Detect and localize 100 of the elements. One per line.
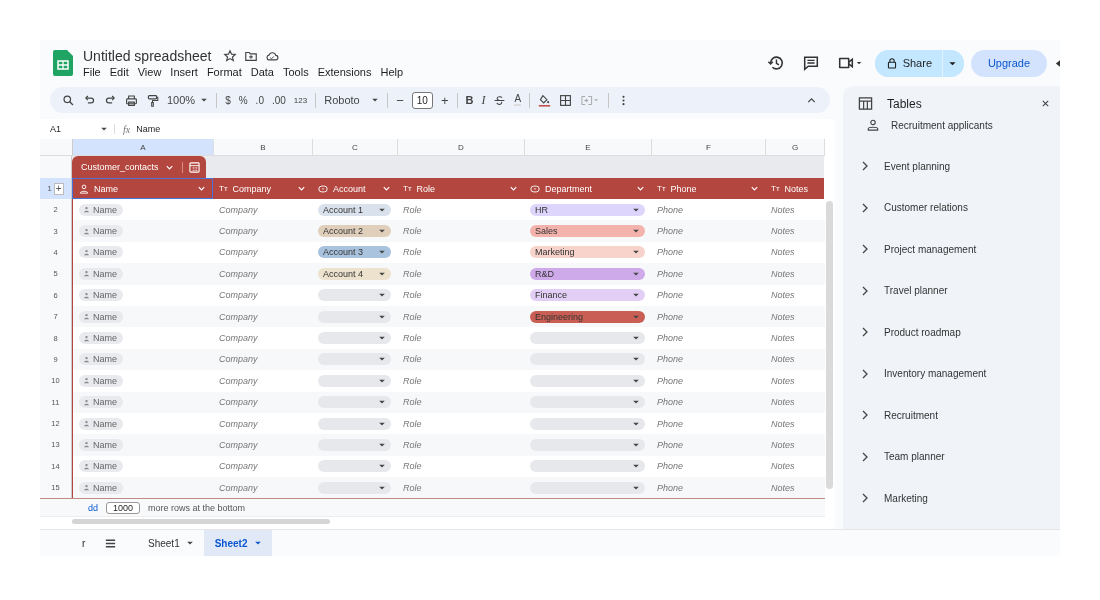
horizontal-scrollbar[interactable] xyxy=(72,518,330,524)
menu-item[interactable]: Insert xyxy=(170,66,198,78)
collapse-arrow-icon[interactable] xyxy=(1055,58,1060,68)
comment-icon[interactable] xyxy=(801,54,820,72)
chevron-down-icon[interactable] xyxy=(197,184,206,193)
person-chip[interactable]: Name xyxy=(79,417,123,430)
dropdown-chip[interactable]: HR xyxy=(530,203,645,216)
italic-button[interactable]: I xyxy=(481,92,486,108)
decrease-font-size-button[interactable]: − xyxy=(396,92,404,108)
close-icon[interactable] xyxy=(1041,99,1050,108)
column-heading[interactable]: Tт Phone xyxy=(651,178,765,199)
category-item[interactable]: Team planner xyxy=(843,449,1060,464)
column-heading[interactable]: Name xyxy=(72,178,213,199)
category-item[interactable]: Customer relations xyxy=(843,200,1060,215)
person-chip[interactable]: Name xyxy=(79,396,123,409)
font-dropdown[interactable]: Roboto xyxy=(324,94,380,106)
increase-decimals-button[interactable]: .00 xyxy=(271,94,286,106)
menu-item[interactable]: Tools xyxy=(282,66,309,78)
zoom-dropdown[interactable]: 100% xyxy=(167,94,209,106)
person-chip[interactable]: Name xyxy=(79,225,123,238)
add-column-button[interactable]: + xyxy=(53,182,64,195)
column-header[interactable]: G xyxy=(766,139,825,155)
chevron-down-icon[interactable] xyxy=(382,184,391,193)
table-name-tab[interactable]: Customer_contacts xyxy=(72,156,206,178)
column-heading[interactable]: Account xyxy=(312,178,397,199)
undo-icon[interactable] xyxy=(83,93,96,107)
category-item[interactable]: Recruitment xyxy=(843,408,1060,422)
chevron-down-icon[interactable] xyxy=(297,184,306,193)
menu-item[interactable]: Data xyxy=(250,66,274,78)
sheet-tab[interactable]: Sheet1 xyxy=(137,530,204,556)
chevron-down-icon[interactable] xyxy=(509,184,518,193)
increase-font-size-button[interactable]: + xyxy=(440,92,449,108)
decrease-decimals-button[interactable]: .0 xyxy=(255,94,264,106)
name-box[interactable]: A1 xyxy=(40,124,115,134)
menu-item[interactable]: Help xyxy=(380,66,404,78)
column-heading[interactable]: Tт Role xyxy=(397,178,524,199)
history-icon[interactable] xyxy=(766,54,785,72)
print-icon[interactable] xyxy=(125,93,138,107)
template-item[interactable]: Recruitment applicants xyxy=(867,119,1060,131)
dropdown-chip[interactable]: Sales xyxy=(530,225,645,238)
person-chip[interactable]: Name xyxy=(79,310,123,323)
paint-format-icon[interactable] xyxy=(146,93,159,107)
menu-item[interactable]: File xyxy=(83,66,101,78)
bold-button[interactable]: B xyxy=(465,94,474,106)
strikethrough-icon[interactable] xyxy=(493,93,507,107)
percent-button[interactable]: % xyxy=(238,94,248,106)
category-item[interactable]: Travel planner xyxy=(843,283,1060,298)
menu-item[interactable]: Format xyxy=(206,66,242,78)
person-chip[interactable]: Name xyxy=(79,246,123,259)
formula-field[interactable]: Name xyxy=(136,124,161,134)
upgrade-button[interactable]: Upgrade xyxy=(971,49,1047,77)
column-heading[interactable]: Tт Notes xyxy=(765,178,824,199)
dropdown-chip[interactable]: Finance xyxy=(530,289,645,302)
chevron-down-icon[interactable] xyxy=(750,184,759,193)
category-item[interactable]: Project management xyxy=(843,242,1060,256)
person-chip[interactable]: Name xyxy=(79,332,123,345)
category-item[interactable]: Product roadmap xyxy=(843,325,1060,339)
merge-cells-icon[interactable] xyxy=(580,93,601,107)
cloud-icon[interactable] xyxy=(265,49,280,63)
sheets-logo-icon[interactable] xyxy=(53,50,73,76)
category-item[interactable]: Marketing xyxy=(843,491,1060,505)
add-rows-link[interactable]: dd xyxy=(88,502,98,513)
column-header[interactable]: E xyxy=(525,139,652,155)
fill-color-icon[interactable] xyxy=(538,93,552,107)
menu-item[interactable]: Extensions xyxy=(317,66,372,78)
person-chip[interactable]: Name xyxy=(79,481,123,494)
column-header[interactable]: B xyxy=(214,139,313,155)
document-title[interactable]: Untitled spreadsheet xyxy=(83,48,212,64)
folder-icon[interactable] xyxy=(244,49,259,63)
dropdown-chip[interactable]: Marketing xyxy=(530,246,645,259)
share-button[interactable]: Share xyxy=(874,49,943,77)
column-heading[interactable]: Department xyxy=(524,178,651,199)
category-item[interactable]: Inventory management xyxy=(843,366,1060,381)
person-chip[interactable]: Name xyxy=(79,439,123,451)
category-item[interactable]: Event planning xyxy=(843,159,1060,173)
person-chip[interactable]: Name xyxy=(79,203,123,216)
menu-item[interactable]: View xyxy=(137,66,162,78)
dropdown-chip[interactable]: Account 2 xyxy=(318,225,391,238)
person-chip[interactable]: Name xyxy=(79,374,123,387)
redo-icon[interactable] xyxy=(104,93,117,107)
person-chip[interactable]: Name xyxy=(79,460,123,473)
text-color-button[interactable]: A xyxy=(514,94,522,106)
dropdown-chip[interactable]: Account 1 xyxy=(318,203,391,216)
vertical-scrollbar[interactable] xyxy=(826,201,833,489)
person-chip[interactable]: Name xyxy=(79,289,123,302)
column-header[interactable]: D xyxy=(398,139,525,155)
person-chip[interactable]: Name xyxy=(79,353,123,366)
column-header[interactable]: C xyxy=(313,139,398,155)
table-name[interactable]: Customer_contacts xyxy=(72,162,165,172)
dropdown-chip[interactable]: Account 3 xyxy=(318,246,391,259)
menu-item[interactable]: Edit xyxy=(109,66,129,78)
dropdown-chip[interactable]: R&D xyxy=(530,267,645,280)
number-format-button[interactable]: 123 xyxy=(293,95,308,105)
borders-icon[interactable] xyxy=(559,93,573,107)
row-count-field[interactable]: 1000 xyxy=(106,501,141,514)
search-icon[interactable] xyxy=(62,93,75,107)
font-size-field[interactable]: 10 xyxy=(411,91,433,109)
dropdown-chip[interactable]: Account 4 xyxy=(318,267,391,280)
star-icon[interactable] xyxy=(223,49,238,63)
currency-button[interactable]: $ xyxy=(225,94,231,106)
